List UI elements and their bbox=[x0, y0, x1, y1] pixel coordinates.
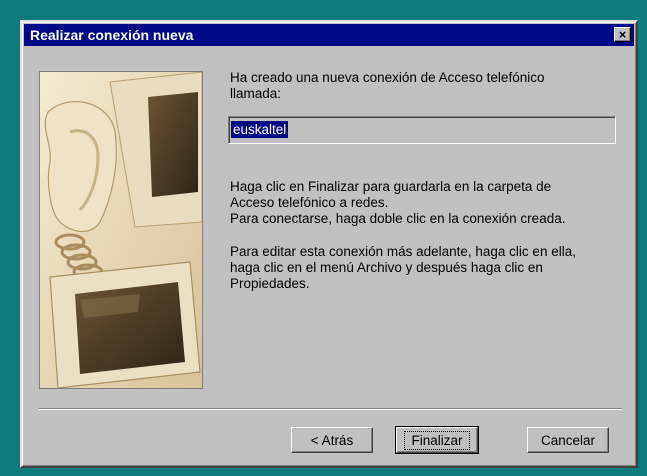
connection-name-field[interactable]: euskaltel bbox=[228, 116, 616, 144]
new-connection-dialog: Realizar conexión nueva × Ha creado una … bbox=[20, 20, 638, 468]
wizard-illustration bbox=[39, 71, 203, 389]
back-button[interactable]: < Atrás bbox=[291, 427, 373, 453]
title-bar: Realizar conexión nueva × bbox=[24, 24, 634, 46]
connection-name-value: euskaltel bbox=[231, 121, 289, 138]
window-title: Realizar conexión nueva bbox=[30, 27, 194, 43]
button-separator bbox=[39, 408, 622, 410]
close-button[interactable]: × bbox=[614, 27, 631, 42]
created-connection-text: Ha creado una nueva conexión de Acceso t… bbox=[230, 70, 545, 101]
close-icon: × bbox=[618, 27, 627, 42]
save-instructions-text: Haga clic en Finalizar para guardarla en… bbox=[230, 179, 566, 226]
finish-button[interactable]: Finalizar bbox=[395, 426, 479, 454]
edit-instructions-text: Para editar esta conexión más adelante, … bbox=[230, 244, 576, 291]
computer-phone-illustration bbox=[40, 72, 202, 388]
cancel-button[interactable]: Cancelar bbox=[527, 427, 609, 453]
